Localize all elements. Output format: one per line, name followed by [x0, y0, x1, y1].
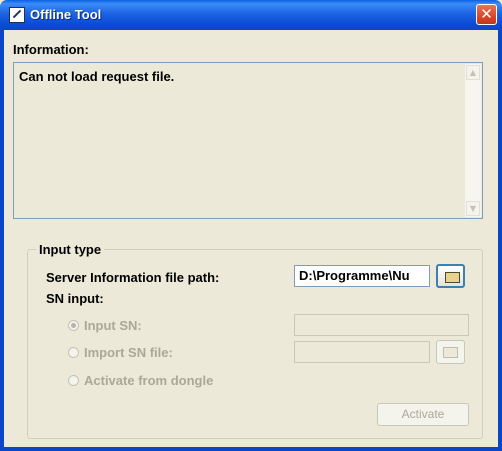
open-folder-icon — [443, 347, 458, 358]
import-sn-file-radio[interactable] — [68, 347, 79, 358]
input-sn-label: Input SN: — [84, 318, 142, 333]
tool-icon — [9, 7, 25, 23]
import-sn-file-label: Import SN file: — [84, 345, 173, 360]
window-title: Offline Tool — [30, 7, 102, 22]
close-button[interactable]: ✕ — [476, 4, 497, 25]
window-border-left — [0, 30, 4, 451]
close-icon: ✕ — [480, 5, 493, 23]
information-label: Information: — [13, 42, 89, 57]
scroll-down-button[interactable]: ▼ — [466, 201, 480, 216]
sn-input-field[interactable] — [294, 314, 469, 336]
chevron-up-icon: ▲ — [469, 68, 477, 77]
activate-from-dongle-radio[interactable] — [68, 375, 79, 386]
import-sn-file-field[interactable] — [294, 341, 430, 363]
open-folder-icon — [445, 272, 460, 283]
title-bar[interactable]: Offline Tool ✕ — [0, 0, 502, 30]
server-info-path-label: Server Information file path: — [46, 270, 220, 285]
vertical-scrollbar[interactable]: ▲ ▼ — [465, 64, 481, 217]
server-info-path-field[interactable]: D:\Programme\Nu — [294, 265, 430, 287]
information-text: Can not load request file. — [19, 69, 175, 84]
offline-tool-window: Offline Tool ✕ Information: Can not load… — [0, 0, 502, 451]
activate-button[interactable]: Activate — [377, 403, 469, 426]
sn-input-label: SN input: — [46, 291, 104, 306]
input-type-legend: Input type — [36, 242, 105, 257]
activate-from-dongle-label: Activate from dongle — [84, 373, 214, 388]
input-sn-radio[interactable] — [68, 320, 79, 331]
chevron-down-icon: ▼ — [469, 204, 477, 213]
window-border-bottom — [0, 447, 502, 451]
browse-sn-file-button[interactable] — [436, 340, 465, 364]
scroll-up-button[interactable]: ▲ — [466, 65, 480, 80]
information-textarea[interactable]: Can not load request file. ▲ ▼ — [13, 62, 483, 219]
browse-server-file-button[interactable] — [436, 264, 465, 288]
window-border-right — [498, 30, 502, 451]
